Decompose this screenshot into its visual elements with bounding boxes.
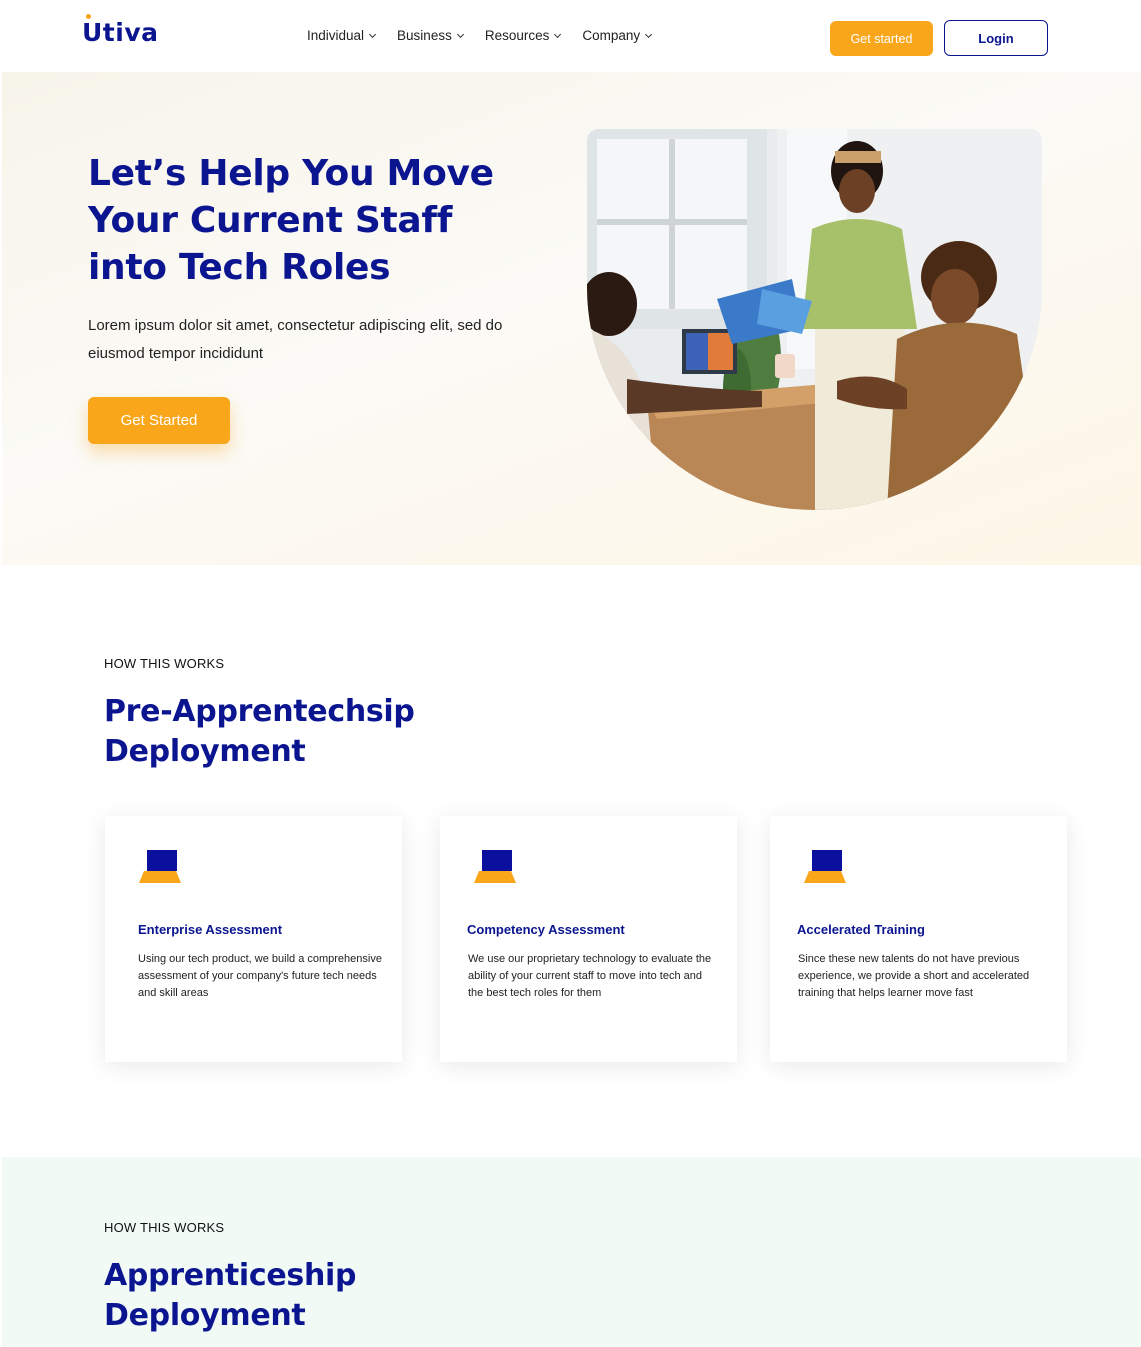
hero-section: Let’s Help You Move Your Current Staff i…	[2, 72, 1141, 565]
laptop-icon	[139, 850, 181, 884]
nav-item-business[interactable]: Business	[397, 28, 464, 43]
nav-item-individual[interactable]: Individual	[307, 28, 377, 43]
card-text: Since these new talents do not have prev…	[798, 953, 1030, 999]
nav-item-label: Business	[397, 28, 452, 43]
chevron-down-icon	[456, 30, 464, 38]
get-started-nav-button[interactable]: Get started	[830, 21, 933, 56]
card-text: We use our proprietary technology to eva…	[468, 953, 712, 999]
card-title: Enterprise Assessment	[138, 922, 283, 937]
hero-title: Let’s Help You Move Your Current Staff i…	[88, 153, 494, 288]
chevron-down-icon	[554, 30, 562, 38]
card-text: Using our tech product, we build a compr…	[138, 953, 382, 999]
logo-dot	[86, 14, 91, 19]
chevron-down-icon	[645, 30, 653, 38]
section1-eyebrow: HOW THIS WORKS	[104, 656, 225, 671]
hero-team-photo	[587, 129, 1042, 510]
nav-item-label: Company	[582, 28, 641, 43]
nav-links: Individual Business Resources Company	[307, 28, 653, 43]
card-title: Competency Assessment	[467, 922, 625, 937]
card-accelerated-training: Accelerated Training Since these new tal…	[770, 816, 1067, 1062]
nav-item-label: Resources	[484, 28, 550, 43]
nav-item-company[interactable]: Company	[582, 28, 653, 43]
hero-subtitle: Lorem ipsum dolor sit amet, consectetur …	[88, 317, 503, 362]
logo-text: Utiva	[82, 18, 159, 47]
chevron-down-icon	[369, 30, 377, 38]
section2-title: Apprenticeship Deployment	[104, 1258, 357, 1333]
login-button[interactable]: Login	[944, 20, 1048, 56]
section2-eyebrow: HOW THIS WORKS	[104, 1220, 225, 1235]
laptop-icon	[474, 850, 516, 884]
nav-item-resources[interactable]: Resources	[484, 28, 562, 43]
card-competency-assessment: Competency Assessment We use our proprie…	[440, 816, 737, 1062]
apprenticeship-section: HOW THIS WORKS Apprenticeship Deployment	[2, 1157, 1141, 1347]
hero-get-started-button[interactable]: Get Started	[88, 397, 230, 444]
top-nav: Utiva Individual Business Resources Comp…	[0, 0, 1141, 72]
nav-item-label: Individual	[307, 28, 365, 43]
card-enterprise-assessment: Enterprise Assessment Using our tech pro…	[105, 816, 402, 1062]
card-title: Accelerated Training	[797, 922, 925, 937]
team-meeting-illustration	[587, 129, 1042, 510]
section1-title: Pre-Apprentechsip Deployment	[104, 694, 415, 769]
laptop-icon	[804, 850, 846, 884]
utiva-logo[interactable]: Utiva	[82, 14, 159, 47]
